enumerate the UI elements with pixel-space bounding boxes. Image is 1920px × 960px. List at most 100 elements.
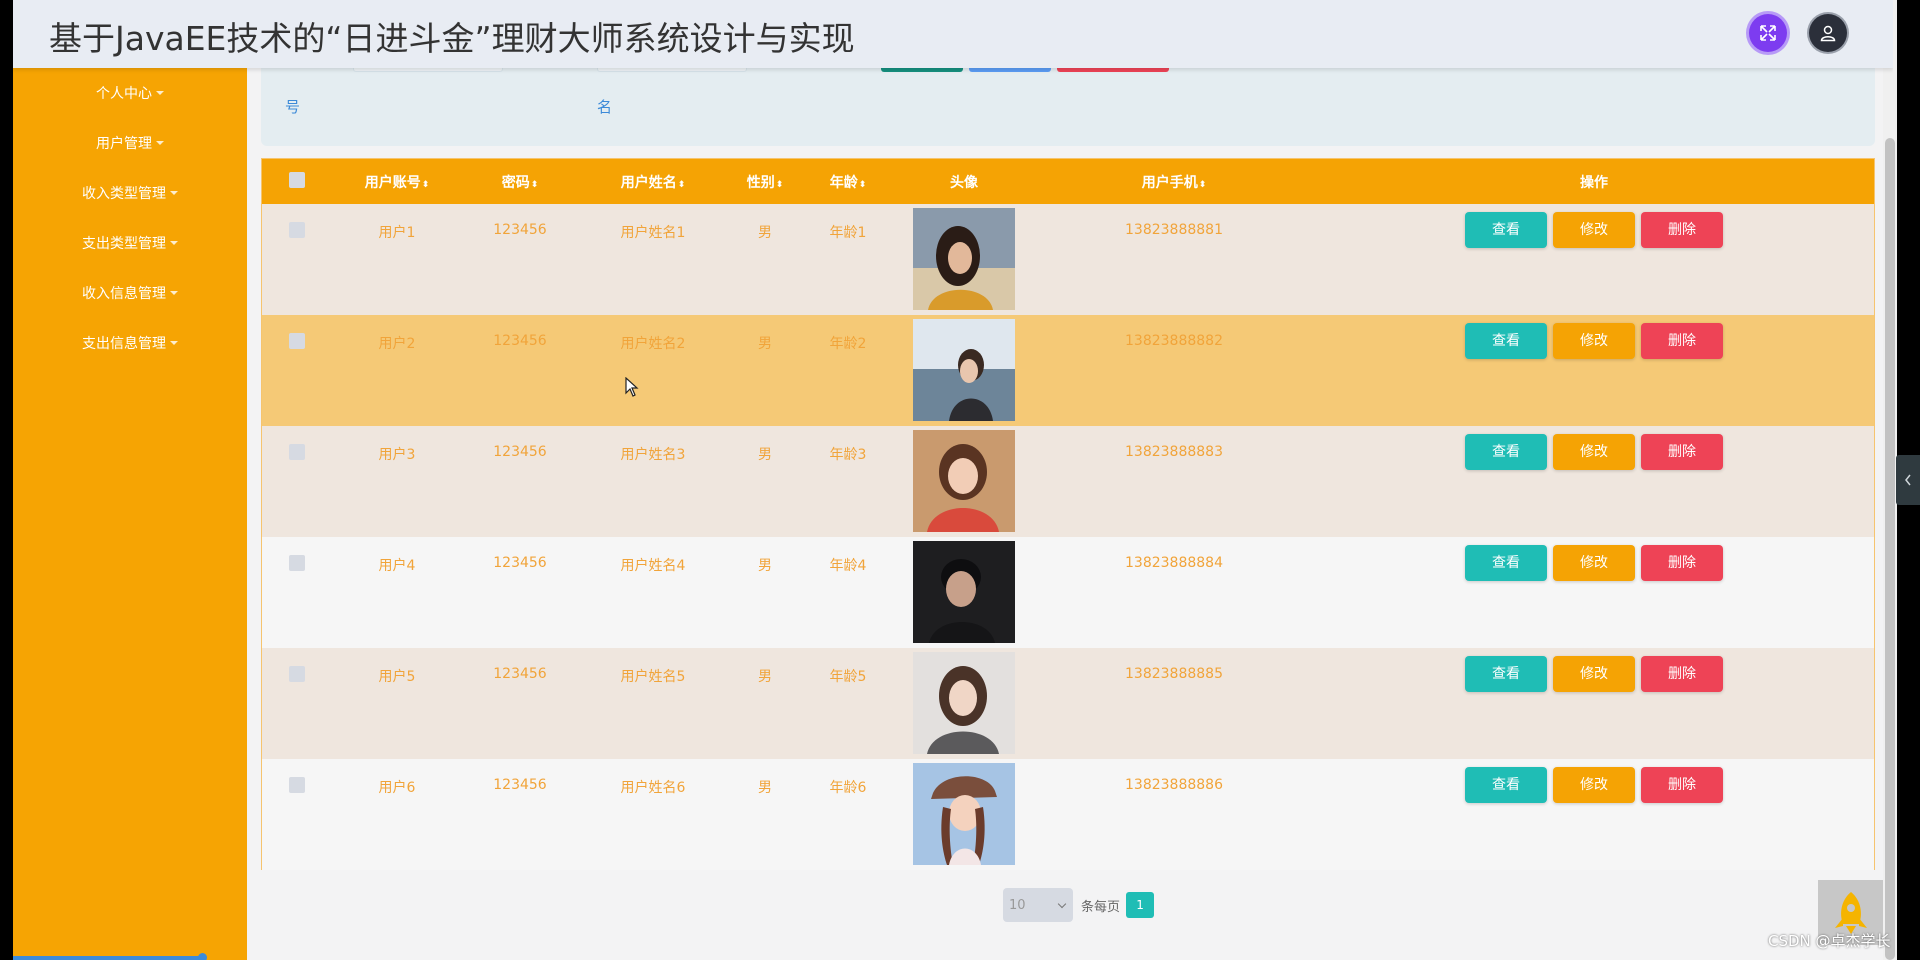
sidebar-item-expense-info-management[interactable]: 支出信息管理 xyxy=(13,318,247,368)
expand-icon xyxy=(1760,25,1776,41)
cell-phone: 13823888882 xyxy=(1125,333,1223,349)
column-header-password[interactable]: 密码⬍ xyxy=(462,159,578,204)
cell-avatar xyxy=(894,315,1034,426)
avatar-photo xyxy=(913,652,1015,754)
cell-account: 用户2 xyxy=(378,336,416,352)
select-all-checkbox[interactable] xyxy=(289,171,305,188)
column-header-phone[interactable]: 用户手机⬍ xyxy=(1034,159,1314,204)
page-number-button[interactable]: 1 xyxy=(1126,892,1155,918)
sidebar-item-income-type-management[interactable]: 收入类型管理 xyxy=(13,168,247,218)
cell-account: 用户5 xyxy=(378,669,416,685)
sort-icon[interactable]: ⬍ xyxy=(678,180,686,190)
cell-gender: 男 xyxy=(758,669,772,685)
row-checkbox[interactable] xyxy=(289,222,305,238)
sidebar-item-label: 支出信息管理 xyxy=(82,336,166,352)
table-row[interactable]: 用户1 123456 用户姓名1 男 年龄1 13823888881 查看 修改删… xyxy=(262,204,1874,315)
row-checkbox-cell[interactable] xyxy=(262,648,332,759)
delete-button[interactable]: 删除 xyxy=(1641,767,1723,803)
row-checkbox-cell[interactable] xyxy=(262,315,332,426)
cell-age: 年龄5 xyxy=(829,669,867,685)
user-avatar-button[interactable] xyxy=(1809,14,1847,52)
column-header-account[interactable]: 用户账号⬍ xyxy=(332,159,462,204)
row-checkbox-cell[interactable] xyxy=(262,426,332,537)
side-panel-toggle[interactable] xyxy=(1896,455,1920,505)
sort-icon[interactable]: ⬍ xyxy=(776,180,784,190)
table-row[interactable]: 用户4 123456 用户姓名4 男 年龄4 13823888884 查看 修改删… xyxy=(262,537,1874,648)
cell-name: 用户姓名5 xyxy=(620,669,686,685)
row-checkbox-cell[interactable] xyxy=(262,537,332,648)
edit-button[interactable]: 修改 xyxy=(1553,656,1635,692)
caret-down-icon xyxy=(170,291,178,295)
column-header-gender[interactable]: 性别⬍ xyxy=(728,159,802,204)
chevron-down-icon xyxy=(1057,899,1067,908)
sort-icon[interactable]: ⬍ xyxy=(422,180,430,190)
select-all-cell[interactable] xyxy=(262,159,332,204)
sidebar-item-income-info-management[interactable]: 收入信息管理 xyxy=(13,268,247,318)
view-button[interactable]: 查看 xyxy=(1465,767,1547,803)
cell-phone: 13823888881 xyxy=(1125,222,1223,238)
delete-button[interactable]: 删除 xyxy=(1641,323,1723,359)
view-button[interactable]: 查看 xyxy=(1465,656,1547,692)
edit-button[interactable]: 修改 xyxy=(1553,767,1635,803)
column-header-actions: 操作 xyxy=(1580,174,1608,191)
cell-actions: 查看 修改 删除 xyxy=(1314,537,1874,648)
cell-password: 123456 xyxy=(493,777,547,793)
delete-button[interactable]: 删除 xyxy=(1641,545,1723,581)
sort-icon[interactable]: ⬍ xyxy=(1199,180,1207,190)
column-header-age[interactable]: 年龄⬍ xyxy=(802,159,894,204)
cell-gender: 男 xyxy=(758,225,772,241)
user-icon xyxy=(1820,25,1836,42)
column-header-avatar: 头像 xyxy=(950,174,978,191)
user-table: 用户账号⬍ 密码⬍ 用户姓名⬍ 性别⬍ 年龄⬍ 头像 用户手机⬍ 操作 用户1 … xyxy=(261,158,1875,870)
edit-button[interactable]: 修改 xyxy=(1553,545,1635,581)
cell-actions: 查看 修改 删除 xyxy=(1314,315,1874,426)
avatar-photo xyxy=(913,541,1015,643)
view-button[interactable]: 查看 xyxy=(1465,434,1547,470)
row-checkbox-cell[interactable] xyxy=(262,759,332,870)
delete-button[interactable]: 删除 xyxy=(1641,212,1723,248)
page-scrollbar[interactable] xyxy=(1883,0,1897,960)
table-row[interactable]: 用户3 123456 用户姓名3 男 年龄3 13823888883 查看 修改删… xyxy=(262,426,1874,537)
page-size-value: 10 xyxy=(1009,897,1026,913)
page-size-select[interactable]: 10 xyxy=(1003,888,1073,922)
cell-password: 123456 xyxy=(493,666,547,682)
cell-age: 年龄6 xyxy=(829,780,867,796)
row-checkbox[interactable] xyxy=(289,777,305,793)
table-row[interactable]: 用户6 123456 用户姓名6 男 年龄6 13823888886 查看 修改删… xyxy=(262,759,1874,870)
edit-button[interactable]: 修改 xyxy=(1553,434,1635,470)
view-button[interactable]: 查看 xyxy=(1465,212,1547,248)
cell-name: 用户姓名4 xyxy=(620,558,686,574)
column-header-name[interactable]: 用户姓名⬍ xyxy=(578,159,728,204)
row-checkbox[interactable] xyxy=(289,555,305,571)
view-button[interactable]: 查看 xyxy=(1465,545,1547,581)
delete-button[interactable]: 删除 xyxy=(1641,434,1723,470)
search-label-name: 名 xyxy=(597,98,613,116)
table-header-row: 用户账号⬍ 密码⬍ 用户姓名⬍ 性别⬍ 年龄⬍ 头像 用户手机⬍ 操作 xyxy=(262,159,1874,204)
table-row[interactable]: 用户5 123456 用户姓名5 男 年龄5 13823888885 查看 修改删… xyxy=(262,648,1874,759)
row-checkbox[interactable] xyxy=(289,666,305,682)
row-checkbox[interactable] xyxy=(289,444,305,460)
sidebar-item-expense-type-management[interactable]: 支出类型管理 xyxy=(13,218,247,268)
cell-age: 年龄3 xyxy=(829,447,867,463)
sort-icon[interactable]: ⬍ xyxy=(859,180,867,190)
edit-button[interactable]: 修改 xyxy=(1553,323,1635,359)
cell-gender: 男 xyxy=(758,558,772,574)
edit-button[interactable]: 修改 xyxy=(1553,212,1635,248)
sidebar-item-label: 用户管理 xyxy=(96,136,152,152)
row-checkbox-cell[interactable] xyxy=(262,204,332,315)
sidebar-item-personal-center[interactable]: 个人中心 xyxy=(13,68,247,118)
row-checkbox[interactable] xyxy=(289,333,305,349)
caret-down-icon xyxy=(170,241,178,245)
scrollbar-thumb[interactable] xyxy=(1885,138,1895,960)
sort-icon[interactable]: ⬍ xyxy=(531,180,539,190)
fullscreen-button[interactable] xyxy=(1749,14,1787,52)
view-button[interactable]: 查看 xyxy=(1465,323,1547,359)
sidebar-item-user-management[interactable]: 用户管理 xyxy=(13,118,247,168)
table-row[interactable]: 用户2 123456 用户姓名2 男 年龄2 13823888882 查看 修改删… xyxy=(262,315,1874,426)
cell-age: 年龄1 xyxy=(829,225,867,241)
cell-name: 用户姓名3 xyxy=(620,447,686,463)
delete-button[interactable]: 删除 xyxy=(1641,656,1723,692)
app-window: 基于JavaEE技术的“日进斗金”理财大师系统设计与实现 个人中心 用户管理 收… xyxy=(13,0,1893,960)
cell-name: 用户姓名1 xyxy=(620,225,686,241)
cell-account: 用户3 xyxy=(378,447,416,463)
